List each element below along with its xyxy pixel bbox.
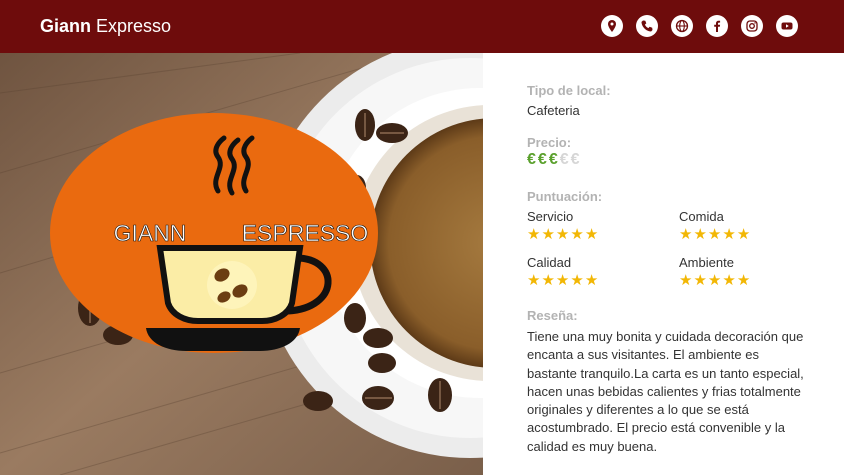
brand-bold: Giann: [40, 16, 92, 36]
star-icon: ★: [584, 226, 600, 243]
euro-icon-active: €: [548, 151, 560, 168]
euro-icon-inactive: €: [570, 151, 582, 168]
tipo-value: Cafeteria: [527, 103, 580, 118]
star-icon: ★: [679, 272, 694, 289]
star-icon: ★: [736, 226, 752, 243]
euro-icon-active: €: [537, 151, 549, 168]
star-icon: ★: [527, 226, 542, 243]
top-header: Giann Expresso: [0, 0, 844, 53]
rating-comida-stars: ★★★★★: [679, 225, 751, 243]
social-icons: [601, 15, 798, 37]
star-icon: ★: [555, 226, 571, 243]
location-icon[interactable]: [601, 15, 623, 37]
logo-text-left: GIANN: [114, 220, 187, 246]
rating-ambiente-label: Ambiente: [679, 255, 734, 270]
star-icon: ★: [693, 272, 708, 289]
rating-comida-label: Comida: [679, 209, 724, 224]
euro-icon-active: €: [527, 151, 538, 168]
coffee-photo: GIANN ESPRESSO: [0, 53, 483, 475]
hero-image: GIANN ESPRESSO: [0, 53, 483, 475]
resena-label: Reseña:: [527, 308, 578, 323]
star-icon: ★: [570, 226, 585, 243]
details-panel: Tipo de local: Cafeteria Precio: €€€€€ P…: [483, 53, 844, 475]
rating-calidad-stars: ★★★★★: [527, 271, 599, 289]
web-icon[interactable]: [671, 15, 693, 37]
star-icon: ★: [707, 226, 723, 243]
rating-servicio-label: Servicio: [527, 209, 574, 224]
facebook-icon[interactable]: [706, 15, 728, 37]
star-icon: ★: [555, 272, 571, 289]
star-icon: ★: [679, 226, 694, 243]
brand-rest: Expresso: [91, 16, 172, 36]
star-icon: ★: [722, 226, 737, 243]
review-text: Tiene una muy bonita y cuidada decoració…: [527, 329, 804, 454]
tipo-label: Tipo de local:: [527, 83, 611, 98]
star-icon: ★: [722, 272, 737, 289]
star-icon: ★: [541, 272, 556, 289]
euro-icon-inactive: €: [559, 151, 571, 168]
giann-espresso-logo: GIANN ESPRESSO: [50, 113, 378, 353]
star-icon: ★: [584, 272, 600, 289]
youtube-icon[interactable]: [776, 15, 798, 37]
rating-calidad-label: Calidad: [527, 255, 572, 270]
star-icon: ★: [693, 226, 708, 243]
brand-title[interactable]: Giann Expresso: [40, 14, 171, 38]
star-icon: ★: [736, 272, 752, 289]
star-icon: ★: [527, 272, 542, 289]
star-icon: ★: [707, 272, 723, 289]
star-icon: ★: [570, 272, 585, 289]
puntuacion-label: Puntuación:: [527, 189, 603, 204]
precio-label: Precio:: [527, 135, 572, 150]
rating-ambiente-stars: ★★★★★: [679, 271, 751, 289]
rating-servicio-stars: ★★★★★: [527, 225, 599, 243]
phone-icon[interactable]: [636, 15, 658, 37]
price-rating: €€€€€: [527, 151, 582, 169]
star-icon: ★: [541, 226, 556, 243]
instagram-icon[interactable]: [741, 15, 763, 37]
logo-text-right: ESPRESSO: [242, 220, 369, 246]
